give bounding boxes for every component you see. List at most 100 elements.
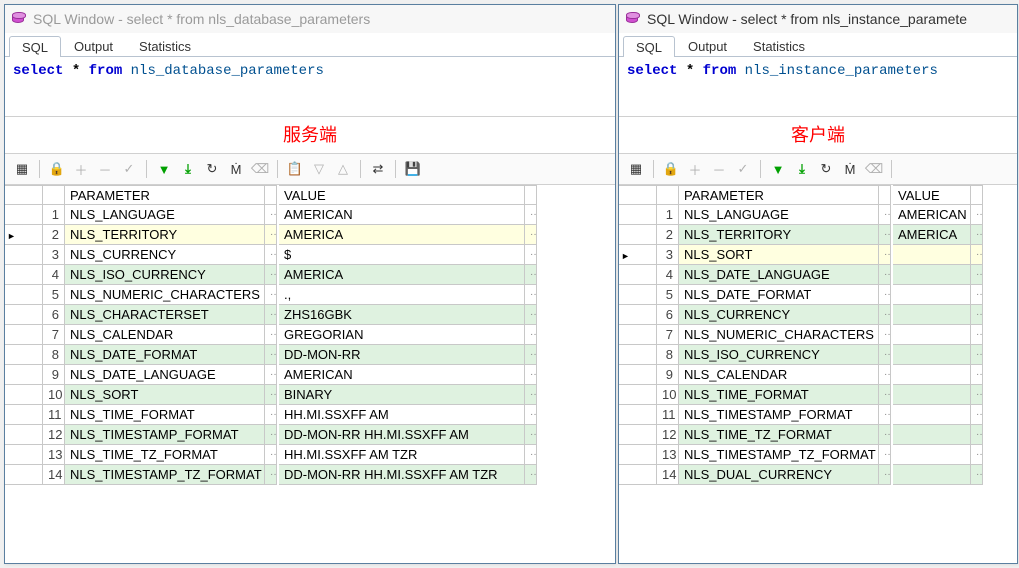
cell-value[interactable] (893, 445, 971, 465)
cell-parameter[interactable]: NLS_DUAL_CURRENCY (679, 465, 879, 485)
cell-value[interactable]: ., (279, 285, 525, 305)
cell-value[interactable] (893, 345, 971, 365)
row-number[interactable]: 9 (657, 365, 679, 385)
export-down-icon[interactable]: ▽ (310, 160, 328, 178)
refresh-icon[interactable]: ↻ (203, 160, 221, 178)
find-icon[interactable]: Ṁ (227, 160, 245, 178)
cell-parameter[interactable]: NLS_DATE_FORMAT (65, 345, 265, 365)
cell-value[interactable] (893, 285, 971, 305)
cell-value[interactable]: DD-MON-RR HH.MI.SSXFF AM TZR (279, 465, 525, 485)
cell-parameter[interactable]: NLS_CALENDAR (679, 365, 879, 385)
row-number[interactable]: 3 (657, 245, 679, 265)
cell-more-icon[interactable]: ··· (971, 325, 983, 345)
cell-parameter[interactable]: NLS_DATE_LANGUAGE (65, 365, 265, 385)
row-marker[interactable] (619, 425, 657, 445)
row-number[interactable]: 2 (657, 225, 679, 245)
fetch-all-icon[interactable]: ⤓ (793, 160, 811, 178)
cell-parameter[interactable]: NLS_TIMESTAMP_FORMAT (65, 425, 265, 445)
cell-more-icon[interactable]: ··· (971, 205, 983, 225)
sql-editor[interactable]: select * from nls_instance_parameters (619, 57, 1017, 117)
row-number[interactable]: 11 (43, 405, 65, 425)
cell-more-icon[interactable]: ··· (525, 465, 537, 485)
cell-parameter[interactable]: NLS_TIME_FORMAT (65, 405, 265, 425)
row-number[interactable]: 8 (657, 345, 679, 365)
cell-parameter[interactable]: NLS_CALENDAR (65, 325, 265, 345)
copy-icon[interactable]: 📋 (286, 160, 304, 178)
cell-value[interactable]: DD-MON-RR (279, 345, 525, 365)
cell-parameter[interactable]: NLS_DATE_LANGUAGE (679, 265, 879, 285)
cell-more-icon[interactable]: ··· (879, 325, 891, 345)
row-marker[interactable] (619, 225, 657, 245)
cell-more-icon[interactable]: ··· (971, 245, 983, 265)
row-number[interactable]: 9 (43, 365, 65, 385)
grid-options-icon[interactable]: ▦ (13, 160, 31, 178)
cell-more-icon[interactable]: ··· (265, 305, 277, 325)
sql-editor[interactable]: select * from nls_database_parameters (5, 57, 615, 117)
fetch-next-icon[interactable]: ▼ (769, 160, 787, 178)
lock-icon[interactable]: 🔒 (662, 160, 680, 178)
cell-parameter[interactable]: NLS_LANGUAGE (679, 205, 879, 225)
cell-more-icon[interactable]: ··· (525, 225, 537, 245)
row-number[interactable]: 11 (657, 405, 679, 425)
cell-parameter[interactable]: NLS_ISO_CURRENCY (679, 345, 879, 365)
refresh-icon[interactable]: ↻ (817, 160, 835, 178)
cell-more-icon[interactable]: ··· (971, 225, 983, 245)
row-marker[interactable] (619, 405, 657, 425)
cell-more-icon[interactable]: ··· (525, 405, 537, 425)
row-number[interactable]: 14 (43, 465, 65, 485)
row-number[interactable]: 3 (43, 245, 65, 265)
cell-parameter[interactable]: NLS_TERRITORY (65, 225, 265, 245)
cell-more-icon[interactable]: ··· (265, 445, 277, 465)
cell-parameter[interactable]: NLS_TIME_TZ_FORMAT (65, 445, 265, 465)
cell-parameter[interactable]: NLS_TERRITORY (679, 225, 879, 245)
results-grid[interactable]: PARAMETERVALUE1NLS_LANGUAGE···AMERICAN··… (5, 185, 615, 485)
link-icon[interactable]: ⇄ (369, 160, 387, 178)
column-menu[interactable] (265, 185, 277, 205)
row-number[interactable]: 5 (657, 285, 679, 305)
cell-value[interactable] (893, 405, 971, 425)
row-number[interactable]: 6 (43, 305, 65, 325)
cell-parameter[interactable]: NLS_CURRENCY (65, 245, 265, 265)
tab-statistics[interactable]: Statistics (126, 35, 204, 56)
cell-parameter[interactable]: NLS_TIME_FORMAT (679, 385, 879, 405)
row-marker[interactable] (5, 245, 43, 265)
cell-more-icon[interactable]: ··· (265, 365, 277, 385)
row-number[interactable]: 4 (43, 265, 65, 285)
column-header-parameter[interactable]: PARAMETER (65, 185, 265, 205)
row-marker[interactable] (619, 245, 657, 265)
cell-value[interactable]: DD-MON-RR HH.MI.SSXFF AM (279, 425, 525, 445)
row-number[interactable]: 2 (43, 225, 65, 245)
row-marker[interactable] (619, 325, 657, 345)
cell-more-icon[interactable]: ··· (265, 205, 277, 225)
cell-more-icon[interactable]: ··· (525, 305, 537, 325)
cell-more-icon[interactable]: ··· (971, 365, 983, 385)
tab-sql[interactable]: SQL (623, 36, 675, 57)
row-marker[interactable] (619, 465, 657, 485)
row-number[interactable]: 7 (43, 325, 65, 345)
cell-parameter[interactable]: NLS_TIMESTAMP_FORMAT (679, 405, 879, 425)
row-marker[interactable] (5, 425, 43, 445)
cell-more-icon[interactable]: ··· (879, 245, 891, 265)
column-menu[interactable] (971, 185, 983, 205)
row-marker[interactable] (5, 265, 43, 285)
row-number[interactable]: 6 (657, 305, 679, 325)
cell-parameter[interactable]: NLS_SORT (679, 245, 879, 265)
cell-value[interactable]: AMERICA (279, 265, 525, 285)
cell-more-icon[interactable]: ··· (879, 445, 891, 465)
cell-more-icon[interactable]: ··· (525, 245, 537, 265)
row-marker[interactable] (5, 385, 43, 405)
find-icon[interactable]: Ṁ (841, 160, 859, 178)
cell-more-icon[interactable]: ··· (265, 225, 277, 245)
cell-more-icon[interactable]: ··· (971, 465, 983, 485)
row-marker[interactable] (5, 345, 43, 365)
cell-parameter[interactable]: NLS_DATE_FORMAT (679, 285, 879, 305)
remove-icon[interactable]: － (96, 160, 114, 178)
column-header-value[interactable]: VALUE (893, 185, 971, 205)
row-number[interactable]: 1 (43, 205, 65, 225)
cell-value[interactable] (893, 385, 971, 405)
cell-parameter[interactable]: NLS_TIMESTAMP_TZ_FORMAT (65, 465, 265, 485)
cell-parameter[interactable]: NLS_TIMESTAMP_TZ_FORMAT (679, 445, 879, 465)
column-menu[interactable] (879, 185, 891, 205)
row-number[interactable]: 7 (657, 325, 679, 345)
cell-value[interactable]: AMERICA (279, 225, 525, 245)
